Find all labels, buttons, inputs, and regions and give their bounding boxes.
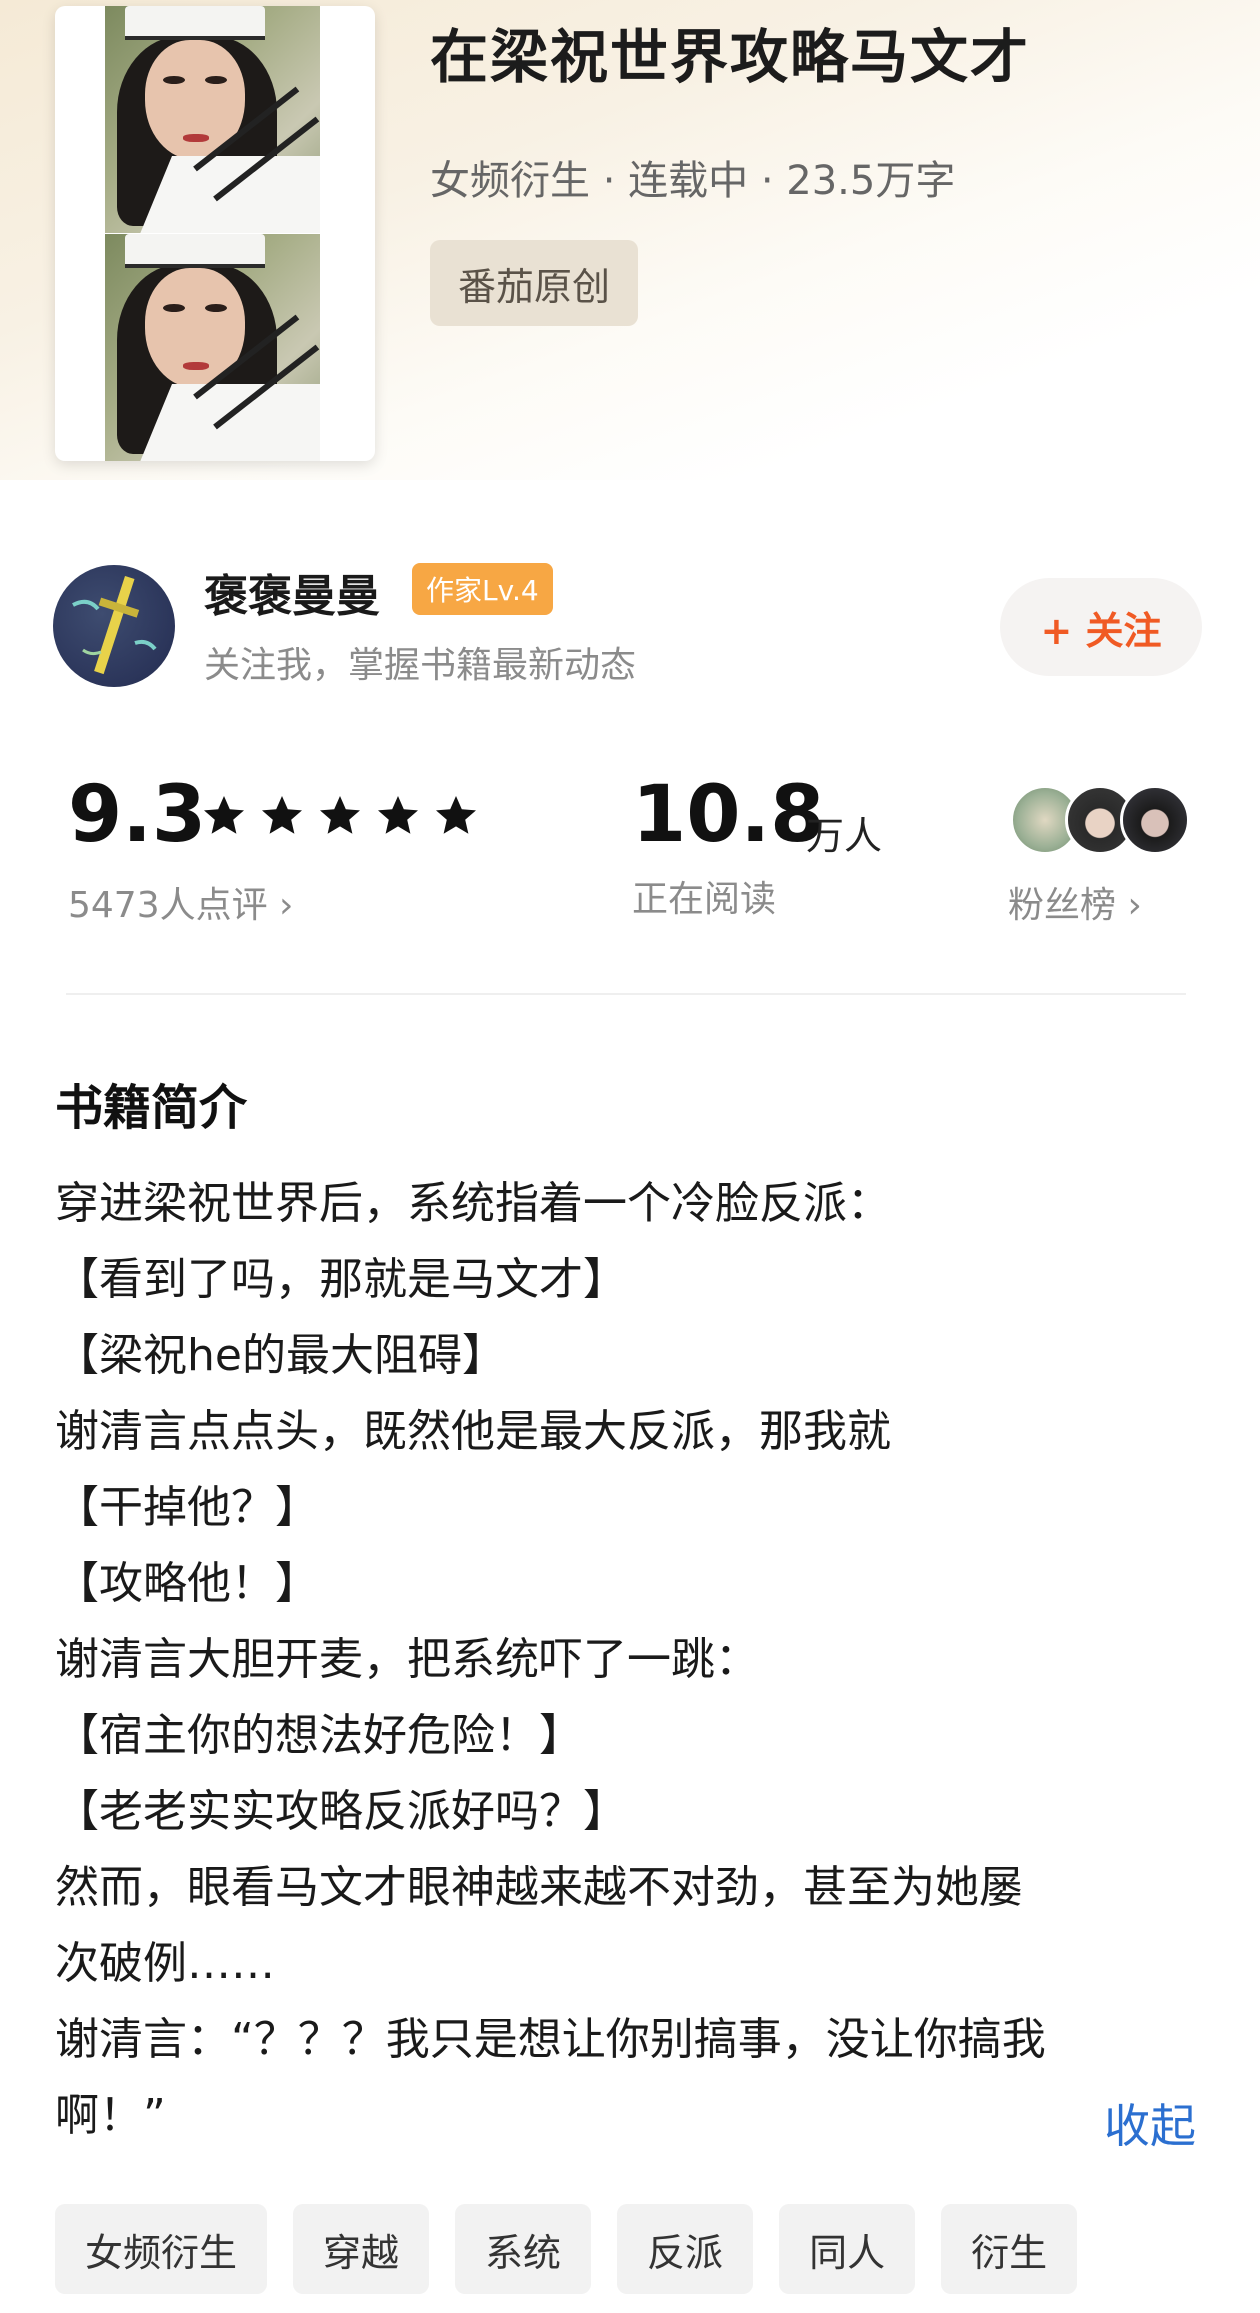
intro-line: 【看到了吗，那就是马文才】 xyxy=(55,1254,627,1305)
rating-stars xyxy=(200,792,480,840)
tag-chip[interactable]: 反派 xyxy=(617,2204,754,2294)
cover-image xyxy=(105,6,320,461)
intro-heading: 书籍简介 xyxy=(55,1080,248,1136)
readers-count: 10.8 xyxy=(632,770,825,860)
follow-button[interactable]: + 关注 xyxy=(1000,578,1202,676)
fan-ranking-link[interactable]: 粉丝榜 › xyxy=(1008,876,1142,928)
intro-line: 次破例…… xyxy=(55,1938,275,1989)
cover-portrait-bottom xyxy=(105,234,320,461)
readers-unit: 万人 xyxy=(806,814,883,858)
book-meta: 女频衍生 · 连载中 · 23.5万字 xyxy=(430,158,956,204)
intro-line: 【梁祝he的最大阻碍】 xyxy=(55,1330,506,1381)
intro-line: 啊！” xyxy=(55,2090,166,2141)
intro-line: 【老老实实攻略反派好吗？】 xyxy=(55,1786,627,1837)
tag-chip[interactable]: 系统 xyxy=(455,2204,592,2294)
author-avatar[interactable] xyxy=(53,565,175,687)
intro-line: 穿进梁祝世界后，系统指着一个冷脸反派： xyxy=(55,1178,891,1229)
collapse-button[interactable]: 收起 xyxy=(1104,2090,1196,2156)
star-icon xyxy=(378,796,418,834)
author-level-badge: 作家Lv.4 xyxy=(412,563,553,615)
intro-line: 【宿主你的想法好危险！】 xyxy=(55,1710,583,1761)
intro-line: 谢清言点点头，既然他是最大反派，那我就 xyxy=(55,1406,891,1457)
cover-portrait-top xyxy=(105,6,320,233)
book-title: 在梁祝世界攻略马文才 xyxy=(430,23,1031,91)
divider xyxy=(66,993,1186,995)
fan-avatars[interactable] xyxy=(1010,785,1190,855)
tag-chip[interactable]: 衍生 xyxy=(941,2204,1078,2294)
fan-avatar xyxy=(1120,785,1190,855)
tag-chip[interactable]: 同人 xyxy=(779,2204,916,2294)
intro-line: 【攻略他！】 xyxy=(55,1558,319,1609)
author-name[interactable]: 褒褒曼曼 xyxy=(204,560,380,624)
star-icon xyxy=(436,796,476,834)
star-icon xyxy=(320,796,360,834)
intro-line: 【干掉他？】 xyxy=(55,1482,319,1533)
tag-chip[interactable]: 穿越 xyxy=(293,2204,430,2294)
intro-text: 穿进梁祝世界后，系统指着一个冷脸反派： 【看到了吗，那就是马文才】 【梁祝he的… xyxy=(55,1166,1205,2154)
star-icon xyxy=(204,796,244,834)
rating-score: 9.3 xyxy=(68,770,207,860)
intro-line: 谢清言：“？？？我只是想让你别搞事，没让你搞我 xyxy=(55,2014,1046,2065)
tag-list: 女频衍生 穿越 系统 反派 同人 衍生 xyxy=(55,2204,1078,2294)
book-cover[interactable] xyxy=(55,6,375,461)
source-tag[interactable]: 番茄原创 xyxy=(430,240,639,326)
intro-line: 然而，眼看马文才眼神越来越不对劲，甚至为她屡 xyxy=(55,1862,1023,1913)
readers-label: 正在阅读 xyxy=(632,879,777,920)
author-description: 关注我，掌握书籍最新动态 xyxy=(204,645,637,686)
sword-icon xyxy=(72,575,157,675)
star-icon xyxy=(262,796,302,834)
intro-line: 谢清言大胆开麦，把系统吓了一跳： xyxy=(55,1634,759,1685)
tag-chip[interactable]: 女频衍生 xyxy=(55,2204,268,2294)
review-count-link[interactable]: 5473人点评 › xyxy=(68,876,293,928)
